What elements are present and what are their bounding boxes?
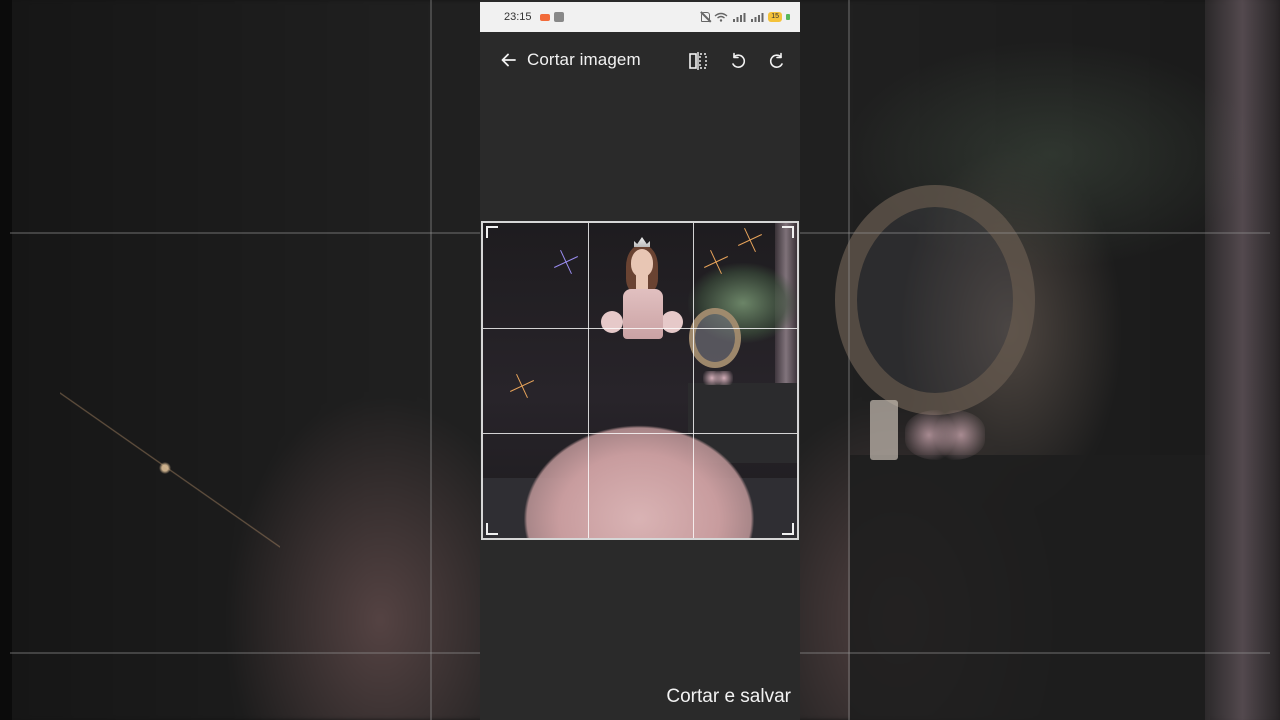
sparkle-icon	[509, 373, 535, 399]
crop-and-save-button[interactable]: Cortar e salvar	[666, 686, 791, 708]
status-icons: 15	[701, 12, 790, 22]
background-grid-line	[430, 0, 432, 720]
app-bar: Cortar imagem	[480, 32, 800, 88]
battery-icon: 15	[768, 12, 782, 22]
crop-grid-line	[588, 223, 589, 538]
status-bar: 23:15 15	[480, 2, 800, 32]
background-sparkle	[60, 380, 280, 560]
crop-grid-line	[483, 433, 797, 434]
photo-image	[483, 223, 797, 538]
flip-icon	[689, 52, 707, 70]
photo-mirror	[689, 308, 741, 368]
record-icon	[539, 13, 550, 21]
mute-icon	[701, 12, 711, 22]
back-button[interactable]	[480, 32, 522, 88]
sparkle-icon	[703, 249, 729, 275]
crop-frame[interactable]	[481, 221, 799, 540]
photo-roses	[703, 371, 733, 385]
photo-bodice	[623, 289, 663, 339]
rotate-right-button[interactable]	[766, 50, 788, 72]
photo-sleeve	[601, 311, 623, 333]
rotate-left-button[interactable]	[727, 50, 749, 72]
crown-icon	[634, 237, 650, 247]
crop-grid-line	[693, 223, 694, 538]
photo-sleeve	[661, 311, 683, 333]
sparkle-icon	[737, 227, 763, 253]
crop-grid-line	[483, 328, 797, 329]
phone-screen: 23:15 15 Cortar imagem Cortar e salvar	[480, 0, 800, 720]
screen: 23:15 15 Cortar imagem Cortar e salvar	[0, 0, 1280, 720]
background-grid-line	[10, 232, 480, 234]
photo-face	[631, 249, 653, 277]
background-grid-line	[10, 652, 480, 654]
background-roses	[905, 410, 985, 460]
rotate-right-icon	[769, 52, 783, 68]
background-grid-line	[848, 0, 850, 720]
wifi-icon	[714, 12, 728, 22]
background-grid-line	[800, 232, 1270, 234]
status-time: 23:15	[504, 11, 532, 23]
signal-icon	[751, 13, 764, 22]
youtube-icon	[553, 12, 564, 22]
arrow-left-icon	[501, 53, 516, 67]
signal-icon	[733, 13, 746, 22]
crop-handle-top-left[interactable]	[486, 226, 498, 238]
page-title: Cortar imagem	[527, 50, 641, 69]
crop-handle-bottom-left[interactable]	[486, 523, 498, 535]
flip-button[interactable]	[687, 50, 709, 72]
background-curtain	[1205, 0, 1280, 720]
background-mirror	[835, 185, 1035, 415]
crop-handle-top-right[interactable]	[782, 226, 794, 238]
crop-handle-bottom-right[interactable]	[782, 523, 794, 535]
crop-area: Cortar e salvar	[480, 88, 800, 720]
rotate-left-icon	[732, 52, 746, 68]
charging-icon	[786, 14, 790, 20]
background-edge	[0, 0, 12, 720]
background-candle	[870, 400, 898, 460]
background-table	[850, 455, 1210, 720]
sparkle-icon	[553, 249, 579, 275]
background-grid-line	[800, 652, 1270, 654]
